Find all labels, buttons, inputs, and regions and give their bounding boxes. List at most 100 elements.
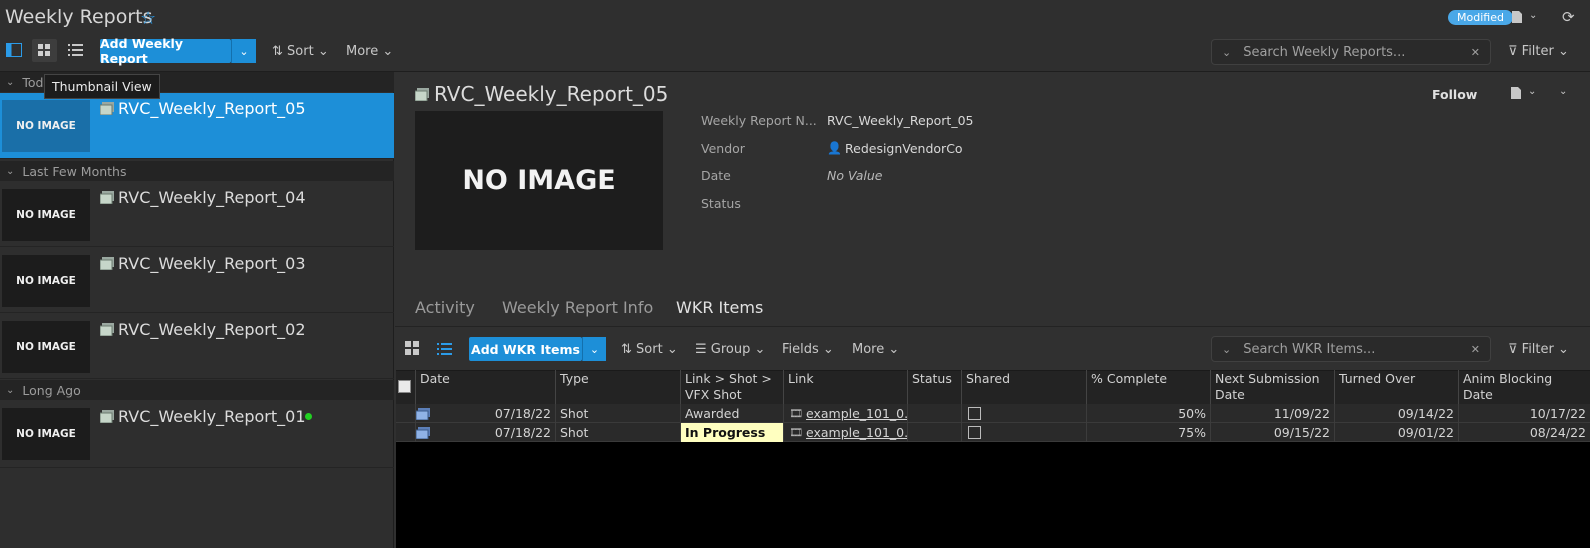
tooltip: Thumbnail View bbox=[44, 74, 160, 99]
entity-icon bbox=[100, 257, 114, 270]
thumbnail-view-button[interactable] bbox=[32, 39, 57, 62]
search-weekly-reports-field[interactable]: ⌄ Search Weekly Reports... ✕ bbox=[1211, 39, 1491, 65]
column-header-vfx-shot-status[interactable]: Link > Shot > VFX Shot Status bbox=[680, 370, 783, 418]
list-item[interactable]: NO IMAGE RVC_Weekly_Report_04 bbox=[0, 182, 394, 247]
chevron-down-icon[interactable]: ⌄ bbox=[1559, 86, 1567, 97]
cell-complete[interactable]: 50% bbox=[1086, 404, 1210, 423]
items-fields-button[interactable]: Fields ⌄ bbox=[782, 342, 834, 357]
column-header-link[interactable]: Link bbox=[783, 370, 907, 404]
cell-status[interactable] bbox=[907, 404, 961, 423]
cell-vfx-shot-status[interactable]: In Progress bbox=[680, 423, 783, 442]
list-item[interactable]: NO IMAGE RVC_Weekly_Report_05 bbox=[0, 93, 394, 159]
sort-button[interactable]: ⇅ Sort ⌄ bbox=[272, 44, 329, 59]
link-text[interactable]: example_101_0... bbox=[806, 425, 907, 440]
cell-next-submission-date[interactable]: 09/15/22 bbox=[1210, 423, 1334, 442]
list-item[interactable]: NO IMAGE RVC_Weekly_Report_03 bbox=[0, 248, 394, 313]
cell-type[interactable]: Shot bbox=[555, 404, 680, 423]
chevron-down-icon: ⌄ bbox=[6, 76, 15, 88]
group-header-last-few-months[interactable]: ⌄ Last Few Months bbox=[0, 161, 394, 181]
field-label: Vendor bbox=[701, 141, 745, 156]
shared-checkbox[interactable] bbox=[968, 407, 981, 420]
card-title: RVC_Weekly_Report_01 bbox=[118, 407, 306, 426]
items-sort-button[interactable]: ⇅ Sort ⌄ bbox=[621, 342, 678, 357]
card-title: RVC_Weekly_Report_03 bbox=[118, 254, 306, 273]
add-wkr-items-button[interactable]: Add WKR Items bbox=[469, 337, 582, 361]
more-label: More bbox=[346, 44, 379, 59]
group-header-long-ago[interactable]: ⌄ Long Ago bbox=[0, 380, 394, 400]
cell-anim-blocking-date[interactable]: 10/17/22 bbox=[1458, 404, 1590, 423]
panel-toggle-icon[interactable] bbox=[6, 43, 22, 57]
items-group-button[interactable]: ☰ Group ⌄ bbox=[695, 342, 765, 357]
field-value[interactable]: No Value bbox=[827, 168, 882, 183]
cell-shared[interactable] bbox=[961, 404, 1086, 423]
link-text[interactable]: example_101_0... bbox=[806, 406, 907, 421]
more-button[interactable]: More ⌄ bbox=[346, 44, 393, 59]
cell-type[interactable]: Shot bbox=[555, 423, 680, 442]
group-icon: ☰ bbox=[695, 342, 711, 357]
add-wkr-items-dropdown-button[interactable]: ⌄ bbox=[582, 337, 606, 361]
cell-turned-over[interactable]: 09/14/22 bbox=[1334, 404, 1458, 423]
chevron-down-icon: ⌄ bbox=[6, 165, 15, 177]
cell-status[interactable] bbox=[907, 423, 961, 442]
cell-date[interactable]: 07/18/22 bbox=[415, 423, 555, 442]
cell-date[interactable]: 07/18/22 bbox=[415, 404, 555, 423]
sort-icon: ⇅ bbox=[272, 44, 288, 59]
search-scope-chevron-icon[interactable]: ⌄ bbox=[1222, 343, 1231, 356]
page-menu-icon[interactable] bbox=[1511, 10, 1523, 28]
items-filter-button[interactable]: ⊽ Filter ⌄ bbox=[1508, 342, 1569, 357]
add-weekly-report-dropdown-button[interactable]: ⌄ bbox=[231, 39, 256, 63]
clear-search-icon[interactable]: ✕ bbox=[1471, 46, 1480, 59]
field-value[interactable]: RVC_Weekly_Report_05 bbox=[827, 113, 974, 128]
card-title: RVC_Weekly_Report_02 bbox=[118, 320, 306, 339]
column-header-status[interactable]: Status bbox=[907, 370, 961, 404]
favorite-star-icon[interactable]: ☆ bbox=[140, 8, 156, 29]
field-value[interactable]: RedesignVendorCo bbox=[845, 141, 963, 156]
divider bbox=[395, 326, 1590, 327]
tab-weekly-report-info[interactable]: Weekly Report Info bbox=[502, 298, 653, 317]
search-scope-chevron-icon[interactable]: ⌄ bbox=[1222, 46, 1231, 59]
sort-label: Sort bbox=[287, 44, 314, 59]
list-item[interactable]: NO IMAGE RVC_Weekly_Report_01 bbox=[0, 401, 394, 468]
column-header-type[interactable]: Type bbox=[555, 370, 680, 404]
cell-vfx-shot-status[interactable]: Awarded bbox=[680, 404, 783, 423]
search-input[interactable]: Search Weekly Reports... bbox=[1243, 45, 1471, 60]
filter-icon: ⊽ bbox=[1508, 342, 1522, 357]
field-label: Date bbox=[701, 168, 731, 183]
follow-button[interactable]: Follow bbox=[1432, 87, 1477, 102]
cell-complete[interactable]: 75% bbox=[1086, 423, 1210, 442]
filter-button[interactable]: ⊽ Filter ⌄ bbox=[1508, 44, 1569, 59]
entity-icon bbox=[100, 323, 114, 336]
column-header-turned-over[interactable]: Turned Over bbox=[1334, 370, 1458, 404]
detail-thumbnail[interactable]: NO IMAGE bbox=[415, 111, 663, 250]
list-item[interactable]: NO IMAGE RVC_Weekly_Report_02 bbox=[0, 314, 394, 379]
card-thumbnail: NO IMAGE bbox=[2, 408, 90, 460]
empty-grid-area bbox=[396, 442, 1590, 548]
cell-anim-blocking-date[interactable]: 08/24/22 bbox=[1458, 423, 1590, 442]
clear-search-icon[interactable]: ✕ bbox=[1471, 343, 1480, 356]
search-input[interactable]: Search WKR Items... bbox=[1243, 342, 1471, 357]
list-view-icon[interactable] bbox=[68, 43, 84, 57]
column-header-shared[interactable]: Shared bbox=[961, 370, 1086, 404]
thumbnail-view-icon[interactable] bbox=[405, 341, 420, 360]
shot-icon: 🎞 bbox=[789, 426, 803, 439]
refresh-icon[interactable]: ⟳ bbox=[1562, 8, 1575, 26]
cell-turned-over[interactable]: 09/01/22 bbox=[1334, 423, 1458, 442]
add-weekly-report-button[interactable]: Add Weekly Report bbox=[100, 36, 231, 66]
chevron-down-icon[interactable]: ⌄ bbox=[1529, 10, 1537, 21]
items-more-button[interactable]: More ⌄ bbox=[852, 342, 899, 357]
list-view-icon[interactable] bbox=[437, 342, 453, 360]
cell-shared[interactable] bbox=[961, 423, 1086, 442]
column-header-anim-blocking-date[interactable]: Anim Blocking Date bbox=[1458, 370, 1590, 404]
cell-next-submission-date[interactable]: 11/09/22 bbox=[1210, 404, 1334, 423]
column-header-next-submission-date[interactable]: Next Submission Date bbox=[1210, 370, 1334, 404]
shared-checkbox[interactable] bbox=[968, 426, 981, 439]
column-header-complete[interactable]: % Complete bbox=[1086, 370, 1210, 404]
tab-activity[interactable]: Activity bbox=[415, 298, 475, 317]
entity-icon bbox=[415, 88, 429, 101]
tab-wkr-items[interactable]: WKR Items bbox=[676, 298, 763, 317]
column-header-date[interactable]: Date bbox=[415, 370, 555, 404]
search-wkr-items-field[interactable]: ⌄ Search WKR Items... ✕ bbox=[1211, 336, 1491, 362]
select-all-checkbox[interactable] bbox=[398, 380, 411, 393]
document-menu-icon[interactable] bbox=[1510, 86, 1522, 104]
chevron-down-icon[interactable]: ⌄ bbox=[1528, 86, 1536, 97]
